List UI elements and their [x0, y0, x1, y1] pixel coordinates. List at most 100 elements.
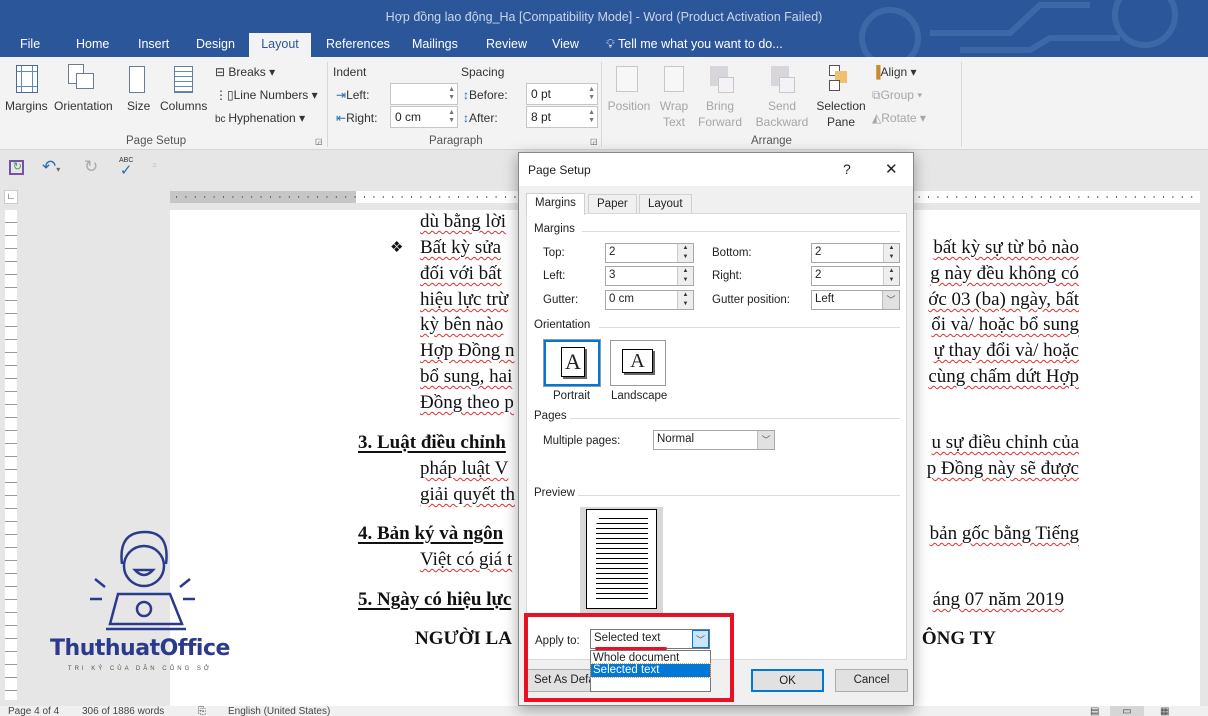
- paragraph-launcher-icon[interactable]: ◲: [590, 137, 598, 146]
- indent-right-input[interactable]: 0 cm ▲ ▼: [390, 106, 458, 128]
- right-margin-input[interactable]: 2 ▲ ▼: [811, 266, 900, 286]
- ruler-tick: [260, 196, 262, 198]
- wrap-text-button[interactable]: Wrap Text: [654, 63, 694, 129]
- vertical-ruler[interactable]: [5, 210, 17, 700]
- language-indicator[interactable]: English (United States): [228, 706, 330, 716]
- margins-label: Margins: [5, 99, 48, 113]
- ruler-tick: [176, 196, 177, 198]
- spacing-after-input[interactable]: 8 pt ▲ ▼: [526, 106, 598, 128]
- group-button[interactable]: ⧉Group ▾: [872, 88, 922, 103]
- bottom-label: Bottom:: [712, 247, 752, 259]
- bottom-margin-input[interactable]: 2 ▲ ▼: [811, 243, 900, 263]
- ruler-tick: [1087, 196, 1089, 198]
- ok-button[interactable]: OK: [751, 669, 824, 692]
- align-button[interactable]: ▐Align ▾: [872, 65, 917, 79]
- spelling-grammar-icon[interactable]: ABC ✓: [119, 157, 133, 178]
- indent-left-label: ⇥Left:: [336, 88, 370, 102]
- ruler-tick: [937, 196, 939, 198]
- document-line-left: 4. Bản ký và ngôn: [358, 523, 504, 544]
- rotate-button[interactable]: ◭Rotate ▾: [872, 111, 926, 125]
- tell-me-search[interactable]: 💡︎ Tell me what you want to do...: [606, 37, 783, 52]
- help-button[interactable]: ?: [843, 161, 851, 177]
- customize-qat-icon[interactable]: ⩡: [152, 160, 157, 171]
- option-selected-text[interactable]: Selected text: [590, 663, 711, 678]
- document-line-right: ự thay đổi và/ hoặc: [933, 340, 1079, 361]
- ruler-tick: [317, 196, 318, 198]
- ruler-tick: [1163, 196, 1164, 198]
- columns-button[interactable]: Columns: [160, 63, 210, 125]
- size-button[interactable]: Size: [124, 63, 154, 125]
- hyphenation-button[interactable]: bc Hyphenation ▾: [215, 111, 305, 125]
- gutter-position-select[interactable]: Left ﹀: [811, 290, 900, 310]
- tab-layout-dialog[interactable]: Layout: [639, 194, 692, 214]
- redo-icon[interactable]: ↻: [84, 157, 98, 177]
- wrap-text-icon: [664, 66, 684, 92]
- tab-layout[interactable]: Layout: [249, 33, 311, 57]
- page-setup-launcher-icon[interactable]: ◲: [315, 137, 323, 146]
- tab-view[interactable]: View: [552, 37, 579, 51]
- word-count[interactable]: 306 of 1886 words: [82, 706, 164, 716]
- document-line-right: bản gốc bằng Tiếng: [929, 523, 1079, 544]
- orientation-button[interactable]: Orientation: [54, 63, 116, 125]
- print-layout-icon[interactable]: ▭: [1110, 706, 1144, 716]
- tab-insert[interactable]: Insert: [138, 37, 169, 51]
- divider: [961, 62, 962, 147]
- ruler-tick: [1191, 196, 1193, 198]
- line-numbers-button[interactable]: ⋮▯Line Numbers ▾: [215, 88, 318, 102]
- dialog-title-bar[interactable]: Page Setup ? ✕: [519, 153, 913, 186]
- rotate-icon: ◭: [872, 111, 882, 125]
- tab-margins[interactable]: Margins: [526, 193, 585, 215]
- tab-review[interactable]: Review: [486, 37, 527, 51]
- tell-me-text: Tell me what you want to do...: [618, 37, 783, 51]
- close-button[interactable]: ✕: [885, 160, 898, 178]
- ruler-tick: [975, 196, 976, 198]
- breaks-button[interactable]: ⊟ Breaks ▾: [215, 65, 275, 79]
- margins-button[interactable]: Margins: [5, 63, 48, 125]
- preview-page-icon: [586, 509, 657, 609]
- save-icon[interactable]: ↻: [9, 160, 24, 175]
- ruler-tick: [946, 196, 948, 198]
- web-layout-icon[interactable]: ▦: [1160, 706, 1169, 716]
- ruler-tick: [335, 196, 337, 198]
- tab-mailings[interactable]: Mailings: [412, 37, 458, 51]
- tab-home[interactable]: Home: [76, 37, 109, 51]
- tab-selector[interactable]: ∟: [4, 190, 18, 204]
- selection-pane-button[interactable]: Selection Pane: [814, 63, 868, 129]
- page-count[interactable]: Page 4 of 4: [8, 706, 59, 716]
- document-line-right: bất kỳ sự từ bỏ nào: [933, 237, 1079, 258]
- apply-to-select[interactable]: Selected text ﹀: [590, 629, 710, 649]
- option-whole-document[interactable]: Whole document: [591, 651, 710, 664]
- landscape-icon: A: [622, 349, 653, 373]
- undo-icon[interactable]: ↶▾: [42, 157, 60, 177]
- portrait-button[interactable]: A: [543, 339, 601, 387]
- spinner-icon: ▲ ▼: [677, 244, 693, 262]
- gutter-position-label: Gutter position:: [712, 294, 790, 306]
- landscape-button[interactable]: A: [610, 340, 666, 386]
- ruler-tick: [1022, 196, 1023, 198]
- gutter-input[interactable]: 0 cm ▲ ▼: [605, 290, 694, 310]
- margins-section-label: Margins: [534, 223, 575, 235]
- indent-left-input[interactable]: ▲ ▼: [390, 83, 458, 105]
- document-line-right: u sự điều chỉnh của: [931, 432, 1079, 453]
- bring-forward-button[interactable]: Bring Forward: [696, 63, 744, 129]
- ruler-tick: [270, 196, 271, 198]
- proofing-icon[interactable]: ⎘: [198, 706, 206, 716]
- document-line-left: NGƯỜI LA: [415, 628, 512, 649]
- send-backward-button[interactable]: Send Backward: [752, 63, 812, 129]
- top-margin-input[interactable]: 2 ▲ ▼: [605, 243, 694, 263]
- indent-right-label: ⇤Right:: [336, 111, 378, 125]
- arrange-group-label: Arrange: [751, 135, 792, 147]
- ruler-tick: [1172, 196, 1174, 198]
- tab-design[interactable]: Design: [196, 37, 235, 51]
- spacing-before-input[interactable]: 0 pt ▲ ▼: [526, 83, 598, 105]
- tab-references[interactable]: References: [326, 37, 390, 51]
- read-mode-icon[interactable]: ▤: [1090, 706, 1099, 716]
- position-button[interactable]: Position: [606, 63, 652, 127]
- document-line-left: Việt có giá t: [420, 549, 513, 570]
- left-margin-input[interactable]: 3 ▲ ▼: [605, 266, 694, 286]
- tab-file[interactable]: File: [20, 37, 40, 51]
- ruler-tick: [420, 196, 422, 198]
- multiple-pages-select[interactable]: Normal ﹀: [653, 430, 775, 450]
- cancel-button[interactable]: Cancel: [835, 669, 908, 692]
- tab-paper[interactable]: Paper: [588, 194, 637, 214]
